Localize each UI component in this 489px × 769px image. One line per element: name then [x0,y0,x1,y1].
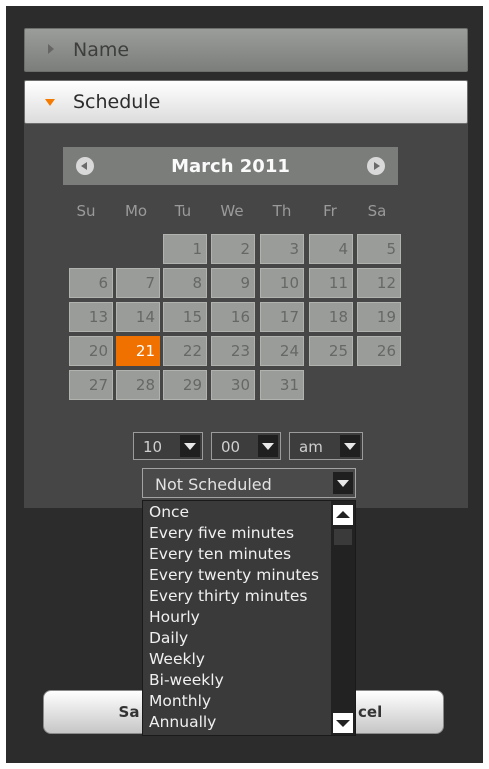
cancel-button-label: cel [358,703,383,721]
weekday-tuesday: Tu [174,202,192,220]
calendar-day[interactable]: 8 [163,268,207,298]
calendar-day[interactable]: 22 [163,336,207,366]
next-month-icon[interactable] [367,157,385,175]
calendar-day[interactable]: 24 [260,336,304,366]
recurrence-value: Not Scheduled [155,475,272,494]
calendar-day[interactable]: 4 [309,234,353,264]
calendar-day-selected[interactable]: 21 [116,336,160,366]
weekday-friday: Fr [323,202,337,220]
calendar-day[interactable]: 16 [211,302,255,332]
calendar-day[interactable]: 12 [357,268,401,298]
triangle-right-icon [48,44,54,54]
calendar-day[interactable]: 13 [69,302,113,332]
list-item[interactable]: Bi-weekly [149,671,224,689]
calendar-day[interactable]: 31 [260,370,304,400]
calendar-day[interactable]: 25 [309,336,353,366]
scrollbar-thumb[interactable] [334,529,352,545]
list-item[interactable]: Every ten minutes [149,545,291,563]
caret-down-icon[interactable] [180,435,200,457]
calendar-day[interactable]: 1 [163,234,207,264]
list-item[interactable]: Every twenty minutes [149,566,319,584]
list-item[interactable]: Once [149,503,189,521]
list-item[interactable]: Every thirty minutes [149,587,307,605]
scroll-down-icon[interactable] [333,713,353,733]
calendar-day[interactable]: 19 [357,302,401,332]
ampm-value: am [299,438,323,456]
panel-name-label: Name [73,39,130,61]
calendar-day[interactable]: 7 [116,268,160,298]
scroll-up-icon[interactable] [333,505,353,525]
list-item[interactable]: Hourly [149,608,200,626]
weekday-thursday: Th [272,202,292,220]
calendar-day[interactable]: 2 [211,234,255,264]
panel-header-schedule[interactable]: Schedule [24,80,468,124]
recurrence-select[interactable]: Not Scheduled [142,468,356,498]
calendar-day[interactable]: 15 [163,302,207,332]
ampm-select[interactable]: am [289,432,363,460]
calendar-day[interactable]: 28 [116,370,160,400]
calendar-day[interactable]: 27 [69,370,113,400]
list-item[interactable]: Annually [149,713,216,731]
weekday-saturday: Sa [367,202,387,220]
weekday-sunday: Su [76,202,96,220]
calendar-day[interactable]: 9 [211,268,255,298]
panel-schedule-label: Schedule [73,91,161,113]
calendar-day[interactable]: 11 [309,268,353,298]
calendar-day[interactable]: 18 [309,302,353,332]
calendar-day[interactable]: 14 [116,302,160,332]
dropdown-scrollbar[interactable] [331,501,355,735]
calendar-day[interactable]: 6 [69,268,113,298]
weekday-monday: Mo [124,202,148,220]
hour-value: 10 [143,438,163,456]
list-item[interactable]: Weekly [149,650,205,668]
minute-value: 00 [221,438,241,456]
calendar-day[interactable]: 10 [260,268,304,298]
minute-select[interactable]: 00 [211,432,281,460]
calendar-day[interactable]: 17 [260,302,304,332]
caret-down-icon[interactable] [340,435,360,457]
list-item[interactable]: Every five minutes [149,524,294,542]
recurrence-dropdown-list: Once Every five minutes Every ten minute… [142,500,356,736]
calendar-day[interactable]: 29 [163,370,207,400]
list-item[interactable]: Monthly [149,692,211,710]
list-item[interactable]: Daily [149,629,188,647]
calendar-header: March 2011 [63,147,398,185]
calendar-month-title: March 2011 [171,156,290,177]
caret-down-icon[interactable] [333,472,353,494]
panel-header-name[interactable]: Name [24,28,468,72]
hour-select[interactable]: 10 [133,432,203,460]
caret-down-icon[interactable] [258,435,278,457]
calendar-day[interactable]: 5 [357,234,401,264]
calendar-day[interactable]: 20 [69,336,113,366]
weekday-wednesday: We [220,202,244,220]
calendar-day[interactable]: 23 [211,336,255,366]
calendar-day[interactable]: 26 [357,336,401,366]
calendar-day[interactable]: 30 [211,370,255,400]
calendar-day[interactable]: 3 [260,234,304,264]
triangle-down-icon [45,99,55,106]
